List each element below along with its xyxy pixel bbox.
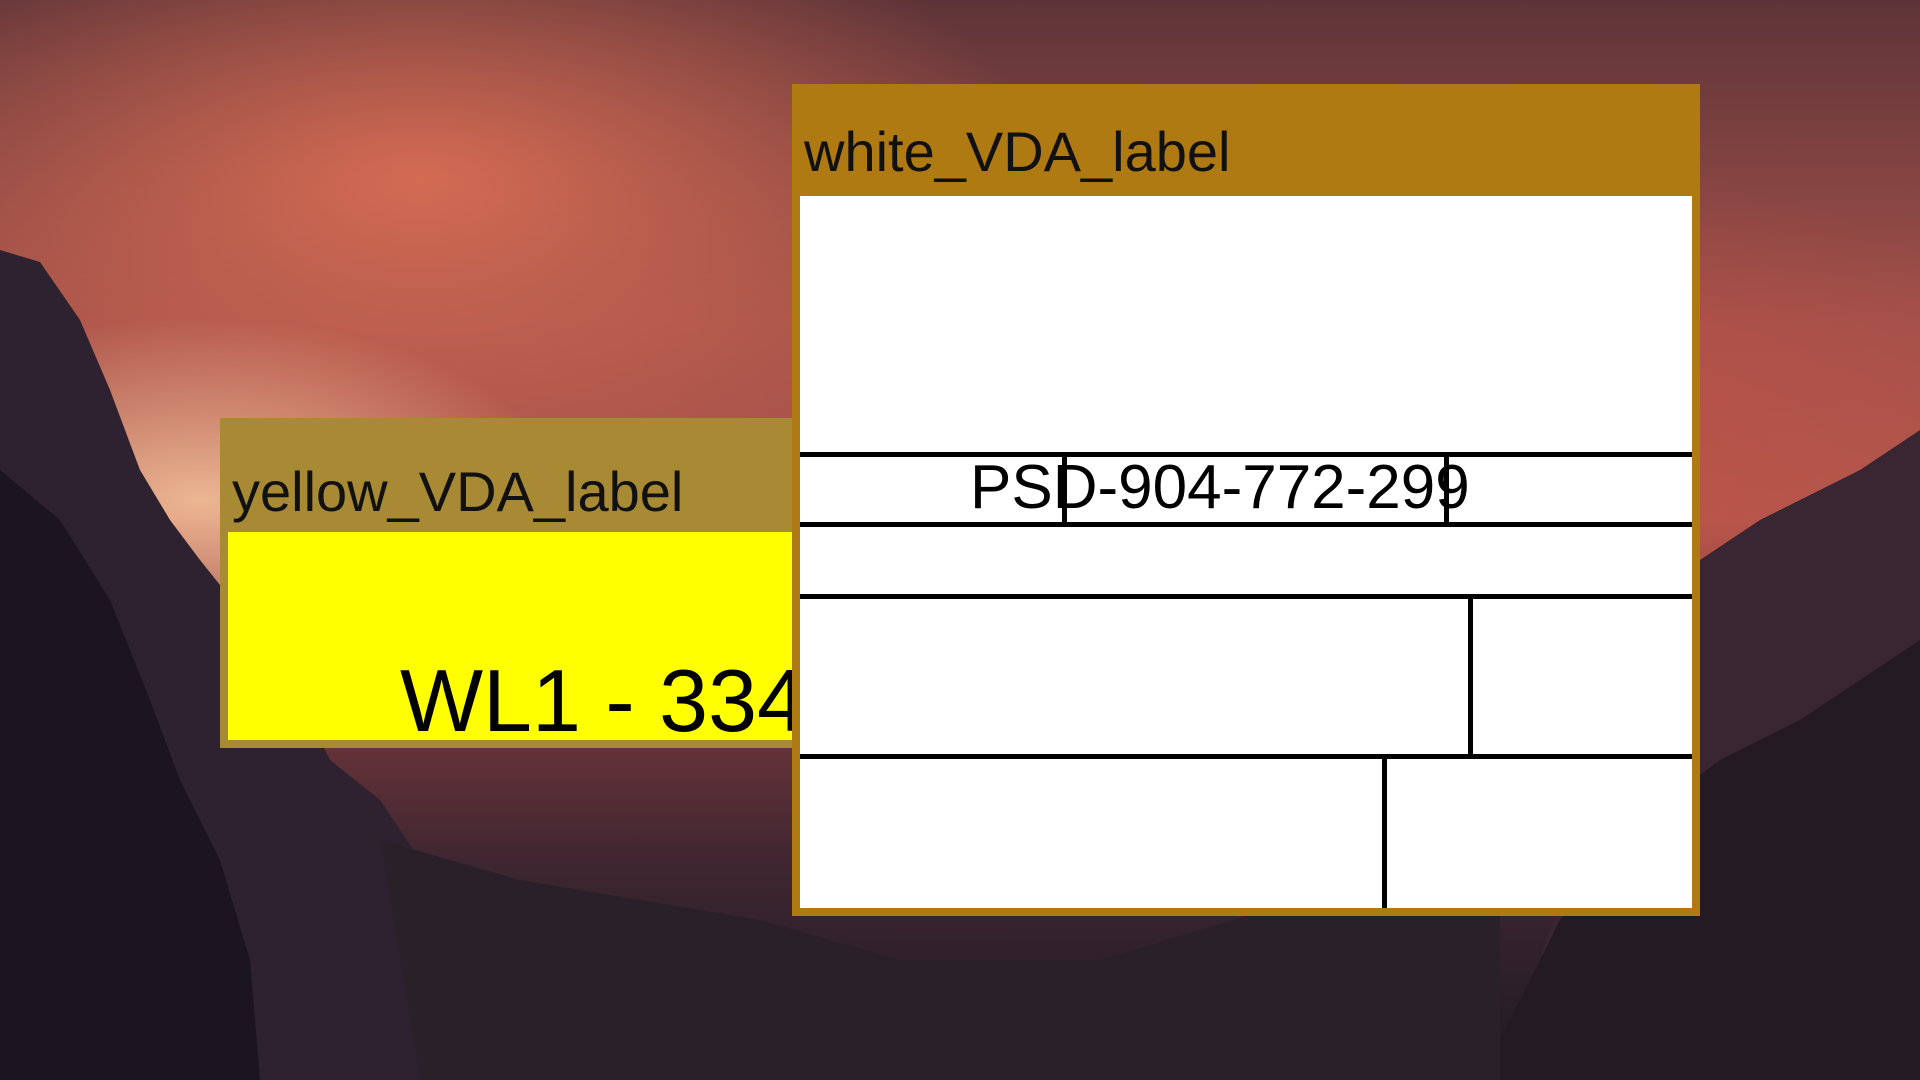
white-label-code: PSD-904-772-299 <box>970 453 1470 522</box>
white-vda-label-window[interactable]: white_VDA_label PSD-904-772-299 <box>792 84 1700 916</box>
yellow-window-titlebar[interactable]: yellow_VDA_label <box>220 418 832 528</box>
yellow-window-title: yellow_VDA_label <box>232 460 684 523</box>
desktop: yellow_VDA_label WL1 - 334 white_VDA_lab… <box>0 0 1920 1080</box>
white-window-title: white_VDA_label <box>804 120 1231 183</box>
yellow-label-canvas: WL1 - 334 <box>220 524 832 748</box>
label-grid-line <box>1382 754 1387 908</box>
label-grid-line <box>800 594 1692 599</box>
label-grid-line <box>1468 594 1473 756</box>
white-window-titlebar[interactable]: white_VDA_label <box>792 84 1700 194</box>
white-label-canvas: PSD-904-772-299 <box>792 188 1700 916</box>
yellow-vda-label-window[interactable]: yellow_VDA_label WL1 - 334 <box>220 418 832 748</box>
yellow-label-code: WL1 - 334 <box>400 651 806 748</box>
label-grid-line <box>800 754 1692 759</box>
